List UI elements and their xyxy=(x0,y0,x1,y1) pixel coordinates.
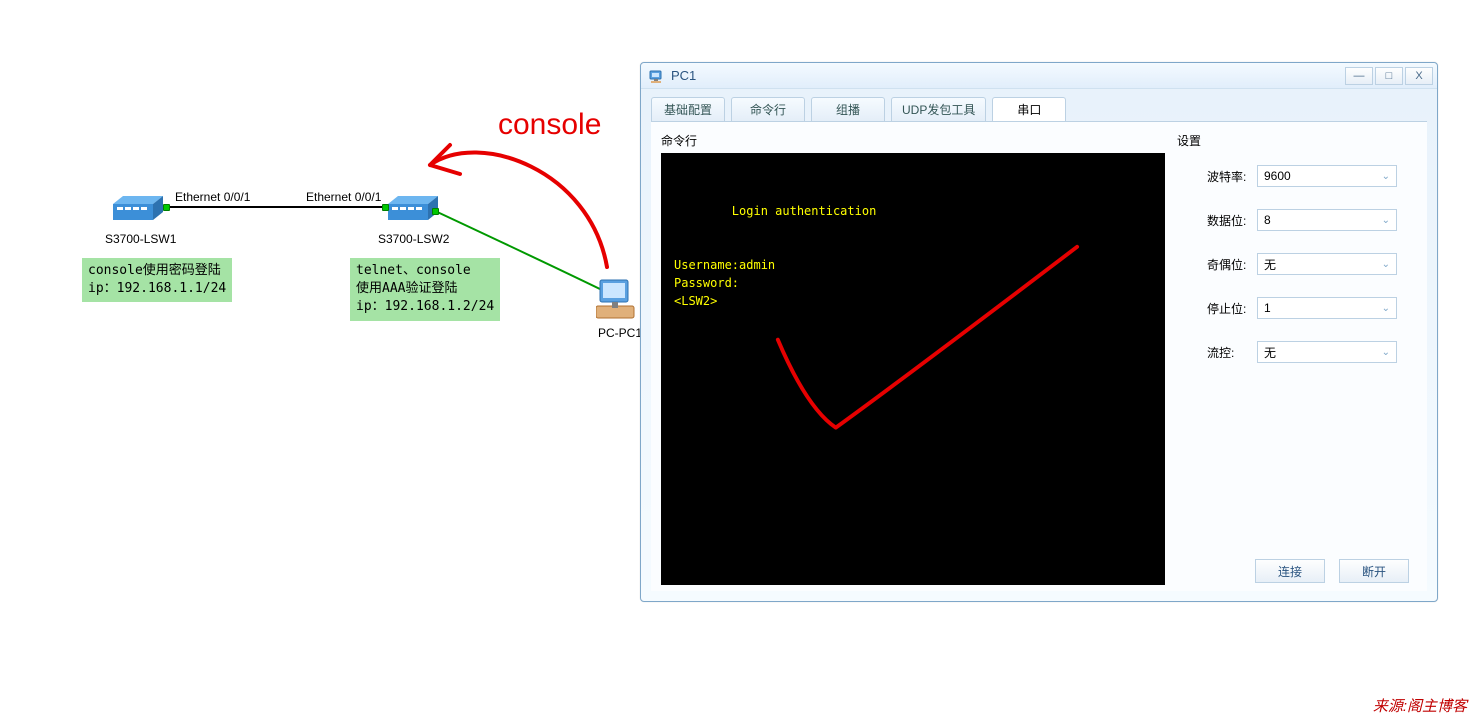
chevron-down-icon: ⌄ xyxy=(1382,215,1390,226)
setting-parity: 奇偶位: 无 ⌄ xyxy=(1207,253,1417,275)
settings-header: 设置 xyxy=(1177,132,1417,155)
window-title: PC1 xyxy=(671,68,696,83)
setting-parity-value: 无 xyxy=(1264,256,1276,273)
chevron-down-icon: ⌄ xyxy=(1382,171,1390,182)
switch1-icon[interactable] xyxy=(113,196,163,226)
setting-flow-select[interactable]: 无 ⌄ xyxy=(1257,341,1397,363)
chevron-down-icon: ⌄ xyxy=(1382,259,1390,270)
switch1-label: S3700-LSW1 xyxy=(105,232,176,246)
disconnect-button[interactable]: 断开 xyxy=(1339,559,1409,583)
eth-label-2: Ethernet 0/0/1 xyxy=(306,190,381,204)
setting-flow-value: 无 xyxy=(1264,344,1276,361)
tab-udp[interactable]: UDP发包工具 xyxy=(891,97,986,121)
setting-flow: 流控: 无 ⌄ xyxy=(1207,341,1417,363)
setting-baud-value: 9600 xyxy=(1264,169,1291,183)
console-arrow-head xyxy=(430,145,460,174)
switch2-icon[interactable] xyxy=(388,196,438,226)
chevron-down-icon: ⌄ xyxy=(1382,303,1390,314)
setting-baud-label: 波特率: xyxy=(1207,168,1257,185)
tabbar: 基础配置 命令行 组播 UDP发包工具 串口 xyxy=(641,89,1437,121)
pc1-icon[interactable] xyxy=(596,278,640,322)
terminal[interactable]: Login authentication Username:admin Pass… xyxy=(661,153,1165,585)
setting-baud: 波特率: 9600 ⌄ xyxy=(1207,165,1417,187)
setting-parity-label: 奇偶位: xyxy=(1207,256,1257,273)
maximize-button[interactable]: □ xyxy=(1375,67,1403,85)
port-dot xyxy=(163,204,170,211)
console-annotation: console xyxy=(498,108,601,142)
titlebar[interactable]: PC1 — □ X xyxy=(641,63,1437,89)
pc1-window: PC1 — □ X 基础配置 命令行 组播 UDP发包工具 串口 命令行 Log… xyxy=(640,62,1438,602)
chevron-down-icon: ⌄ xyxy=(1382,347,1390,358)
setting-data-select[interactable]: 8 ⌄ xyxy=(1257,209,1397,231)
setting-stop-select[interactable]: 1 ⌄ xyxy=(1257,297,1397,319)
minimize-button[interactable]: — xyxy=(1345,67,1373,85)
port-dot xyxy=(432,208,439,215)
setting-data-label: 数据位: xyxy=(1207,212,1257,229)
switch2-note: telnet、console 使用AAA验证登陆 ip：192.168.1.2/… xyxy=(350,258,500,321)
tab-serial[interactable]: 串口 xyxy=(992,97,1066,121)
content-pane: 命令行 Login authentication Username:admin … xyxy=(651,121,1427,591)
port-dot xyxy=(382,204,389,211)
attribution: 来源:阁主博客 xyxy=(1373,695,1467,716)
eth-label-1: Ethernet 0/0/1 xyxy=(175,190,250,204)
terminal-header: 命令行 xyxy=(661,132,1165,153)
tab-basic[interactable]: 基础配置 xyxy=(651,97,725,121)
setting-stop-label: 停止位: xyxy=(1207,300,1257,317)
settings-panel: 设置 波特率: 9600 ⌄ 数据位: 8 ⌄ 奇偶 xyxy=(1171,122,1427,591)
terminal-text: Login authentication Username:admin Pass… xyxy=(674,204,876,308)
setting-baud-select[interactable]: 9600 ⌄ xyxy=(1257,165,1397,187)
topology-canvas: S3700-LSW1 console使用密码登陆 ip：192.168.1.1/… xyxy=(0,0,640,600)
setting-parity-select[interactable]: 无 ⌄ xyxy=(1257,253,1397,275)
connect-button[interactable]: 连接 xyxy=(1255,559,1325,583)
terminal-checkmark-overlay xyxy=(662,154,1164,584)
setting-stop: 停止位: 1 ⌄ xyxy=(1207,297,1417,319)
close-button[interactable]: X xyxy=(1405,67,1433,85)
setting-data: 数据位: 8 ⌄ xyxy=(1207,209,1417,231)
terminal-panel: 命令行 Login authentication Username:admin … xyxy=(651,122,1171,591)
pc-window-icon xyxy=(649,68,665,84)
switch1-note: console使用密码登陆 ip：192.168.1.1/24 xyxy=(82,258,232,302)
setting-data-value: 8 xyxy=(1264,213,1271,227)
setting-flow-label: 流控: xyxy=(1207,344,1257,361)
switch2-label: S3700-LSW2 xyxy=(378,232,449,246)
pc1-label: PC-PC1 xyxy=(598,326,642,340)
setting-stop-value: 1 xyxy=(1264,301,1271,315)
tab-cli[interactable]: 命令行 xyxy=(731,97,805,121)
tab-mcast[interactable]: 组播 xyxy=(811,97,885,121)
